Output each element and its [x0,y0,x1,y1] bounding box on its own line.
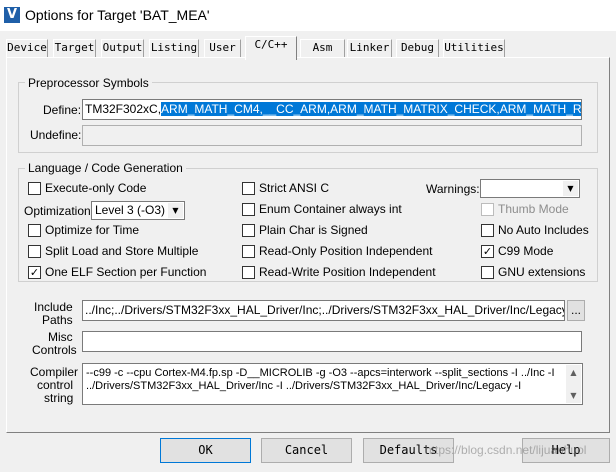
watermark: https://blog.csdn.net/lijuanhuol [425,443,587,457]
compiler-control-line2: ../Drivers/STM32F3xx_HAL_Driver/Inc -I .… [86,380,522,392]
scroll-up-icon[interactable]: ▲ [566,365,581,380]
rw-position-independent-label: Read-Write Position Independent [259,265,436,279]
optimization-value: Level 3 (-O3) [95,203,166,217]
enum-container-checkbox[interactable] [242,203,255,216]
define-label: Define: [43,103,82,117]
split-load-store-checkbox[interactable] [28,245,41,258]
tab-linker[interactable]: Linker [347,39,392,57]
preprocessor-symbols-label: Preprocessor Symbols [25,76,152,90]
language-code-generation-label: Language / Code Generation [25,161,186,175]
browse-include-paths-button[interactable]: ... [567,300,585,321]
gnu-extensions-label: GNU extensions [498,265,586,279]
strict-ansi-checkbox[interactable] [242,182,255,195]
ro-position-independent-label: Read-Only Position Independent [259,244,433,258]
title-bar: V Options for Target 'BAT_MEA' [0,0,616,31]
thumb-mode-checkbox[interactable] [481,203,494,216]
thumb-mode-label: Thumb Mode [498,202,569,216]
compiler-control-scrollbar[interactable]: ▲ ▼ [566,365,581,403]
warnings-select[interactable]: ▼ [480,179,580,198]
optimize-for-time-label: Optimize for Time [45,223,140,237]
plain-char-signed-label: Plain Char is Signed [259,223,368,237]
enum-container-label: Enum Container always int [259,202,402,216]
compiler-control-string-field[interactable]: --c99 -c --cpu Cortex-M4.fp.sp -D__MICRO… [82,363,583,405]
tab-target[interactable]: Target [53,39,96,57]
compiler-control-line1: --c99 -c --cpu Cortex-M4.fp.sp -D__MICRO… [86,367,555,379]
tab-device[interactable]: Device [6,39,48,57]
tab-asm[interactable]: Asm [300,39,345,57]
define-value-selected: ARM_MATH_CM4,__CC_ARM,ARM_MATH_MATRIX_CH… [161,102,581,116]
tab-utilities[interactable]: Utilities [443,39,505,57]
undefine-label: Undefine: [30,128,82,142]
window-title: Options for Target 'BAT_MEA' [25,7,210,23]
ok-button[interactable]: OK [160,438,251,463]
c99-mode-checkbox[interactable]: ✓ [481,245,494,258]
define-field[interactable]: TM32F302xC,ARM_MATH_CM4,__CC_ARM,ARM_MAT… [82,99,582,120]
strict-ansi-label: Strict ANSI C [259,181,330,195]
c99-mode-label: C99 Mode [498,244,554,258]
chevron-down-icon: ▼ [168,203,183,218]
no-auto-includes-label: No Auto Includes [498,223,589,237]
chevron-down-icon: ▼ [563,181,578,196]
one-elf-section-checkbox[interactable]: ✓ [28,266,41,279]
rw-position-independent-checkbox[interactable] [242,266,255,279]
misc-controls-label-line2: Controls [32,343,77,357]
tab-debug[interactable]: Debug [396,39,439,57]
gnu-extensions-checkbox[interactable] [481,266,494,279]
one-elf-section-label: One ELF Section per Function [45,265,207,279]
tab-c-cpp[interactable]: C/C++ [245,36,297,60]
tab-output[interactable]: Output [101,39,144,57]
dialog-client-area: Device Target Output Listing User C/C++ … [0,31,616,472]
no-auto-includes-checkbox[interactable] [481,224,494,237]
tab-listing[interactable]: Listing [149,39,199,57]
tab-user[interactable]: User [204,39,241,57]
misc-controls-field[interactable] [82,331,582,352]
split-load-store-label: Split Load and Store Multiple [45,244,199,258]
cancel-button[interactable]: Cancel [261,438,352,463]
include-paths-label-line2: Paths [42,313,73,327]
execute-only-label: Execute-only Code [45,181,147,195]
optimization-label: Optimization: [24,204,95,218]
undefine-field[interactable] [82,125,582,146]
optimize-for-time-checkbox[interactable] [28,224,41,237]
keil-app-icon: V [4,7,20,23]
plain-char-signed-checkbox[interactable] [242,224,255,237]
include-paths-field[interactable]: ../Inc;../Drivers/STM32F3xx_HAL_Driver/I… [82,300,565,321]
ro-position-independent-checkbox[interactable] [242,245,255,258]
warnings-label: Warnings: [426,182,480,196]
compiler-control-label-line3: string [44,391,74,405]
optimization-select[interactable]: Level 3 (-O3) ▼ [91,201,185,220]
scroll-down-icon[interactable]: ▼ [566,388,581,403]
execute-only-checkbox[interactable] [28,182,41,195]
define-value-plain: TM32F302xC, [85,102,162,116]
